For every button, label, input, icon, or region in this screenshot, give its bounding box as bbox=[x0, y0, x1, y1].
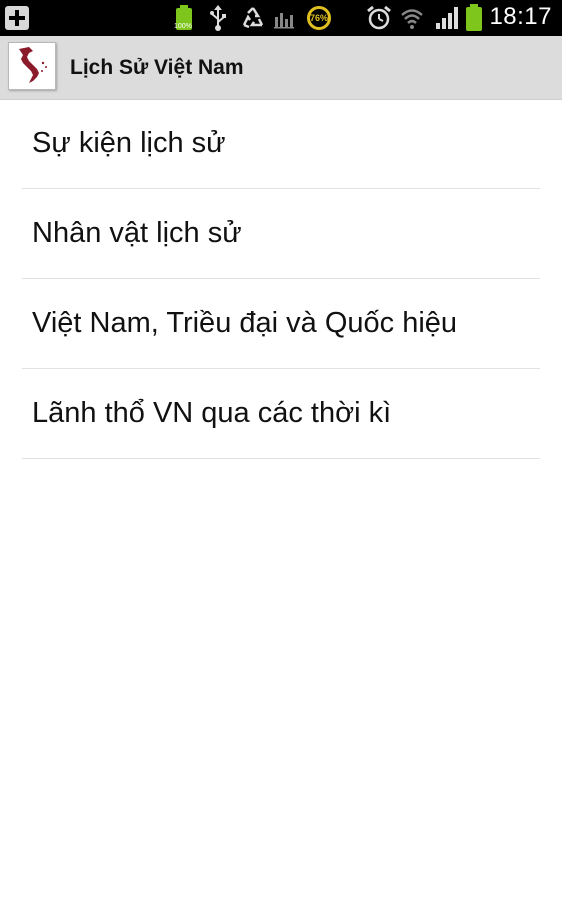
action-bar: Lịch Sử Việt Nam bbox=[0, 36, 562, 100]
status-bar: 100% 76% 18:17 bbox=[0, 0, 562, 36]
wifi-icon bbox=[400, 4, 424, 32]
battery-icon bbox=[465, 4, 483, 32]
alarm-icon bbox=[366, 4, 392, 32]
vietnam-map-icon[interactable] bbox=[8, 42, 56, 90]
usb-icon bbox=[208, 4, 228, 32]
ring-gauge-icon: 76% bbox=[307, 6, 331, 30]
status-time: 18:17 bbox=[489, 3, 552, 30]
menu-item-label: Nhân vật lịch sử bbox=[32, 217, 242, 249]
signal-icon bbox=[434, 4, 460, 32]
menu-item-label: Lãnh thổ VN qua các thời kì bbox=[32, 397, 392, 429]
menu-list: Sự kiện lịch sử Nhân vật lịch sử Việt Na… bbox=[22, 99, 540, 459]
app-title: Lịch Sử Việt Nam bbox=[70, 56, 244, 79]
add-notification-icon bbox=[4, 4, 30, 32]
menu-item-label: Việt Nam, Triều đại và Quốc hiệu bbox=[32, 307, 458, 339]
menu-item-trieu-dai-quoc-hieu[interactable]: Việt Nam, Triều đại và Quốc hiệu bbox=[22, 279, 540, 369]
recycle-icon bbox=[240, 4, 266, 32]
menu-item-label: Sự kiện lịch sử bbox=[32, 127, 226, 159]
menu-item-nhan-vat-lich-su[interactable]: Nhân vật lịch sử bbox=[22, 189, 540, 279]
menu-item-su-kien-lich-su[interactable]: Sự kiện lịch sử bbox=[22, 99, 540, 189]
battery-percent-label: 100% bbox=[174, 23, 192, 30]
menu-item-lanh-tho[interactable]: Lãnh thổ VN qua các thời kì bbox=[22, 369, 540, 459]
bar-graph-icon bbox=[273, 4, 295, 32]
